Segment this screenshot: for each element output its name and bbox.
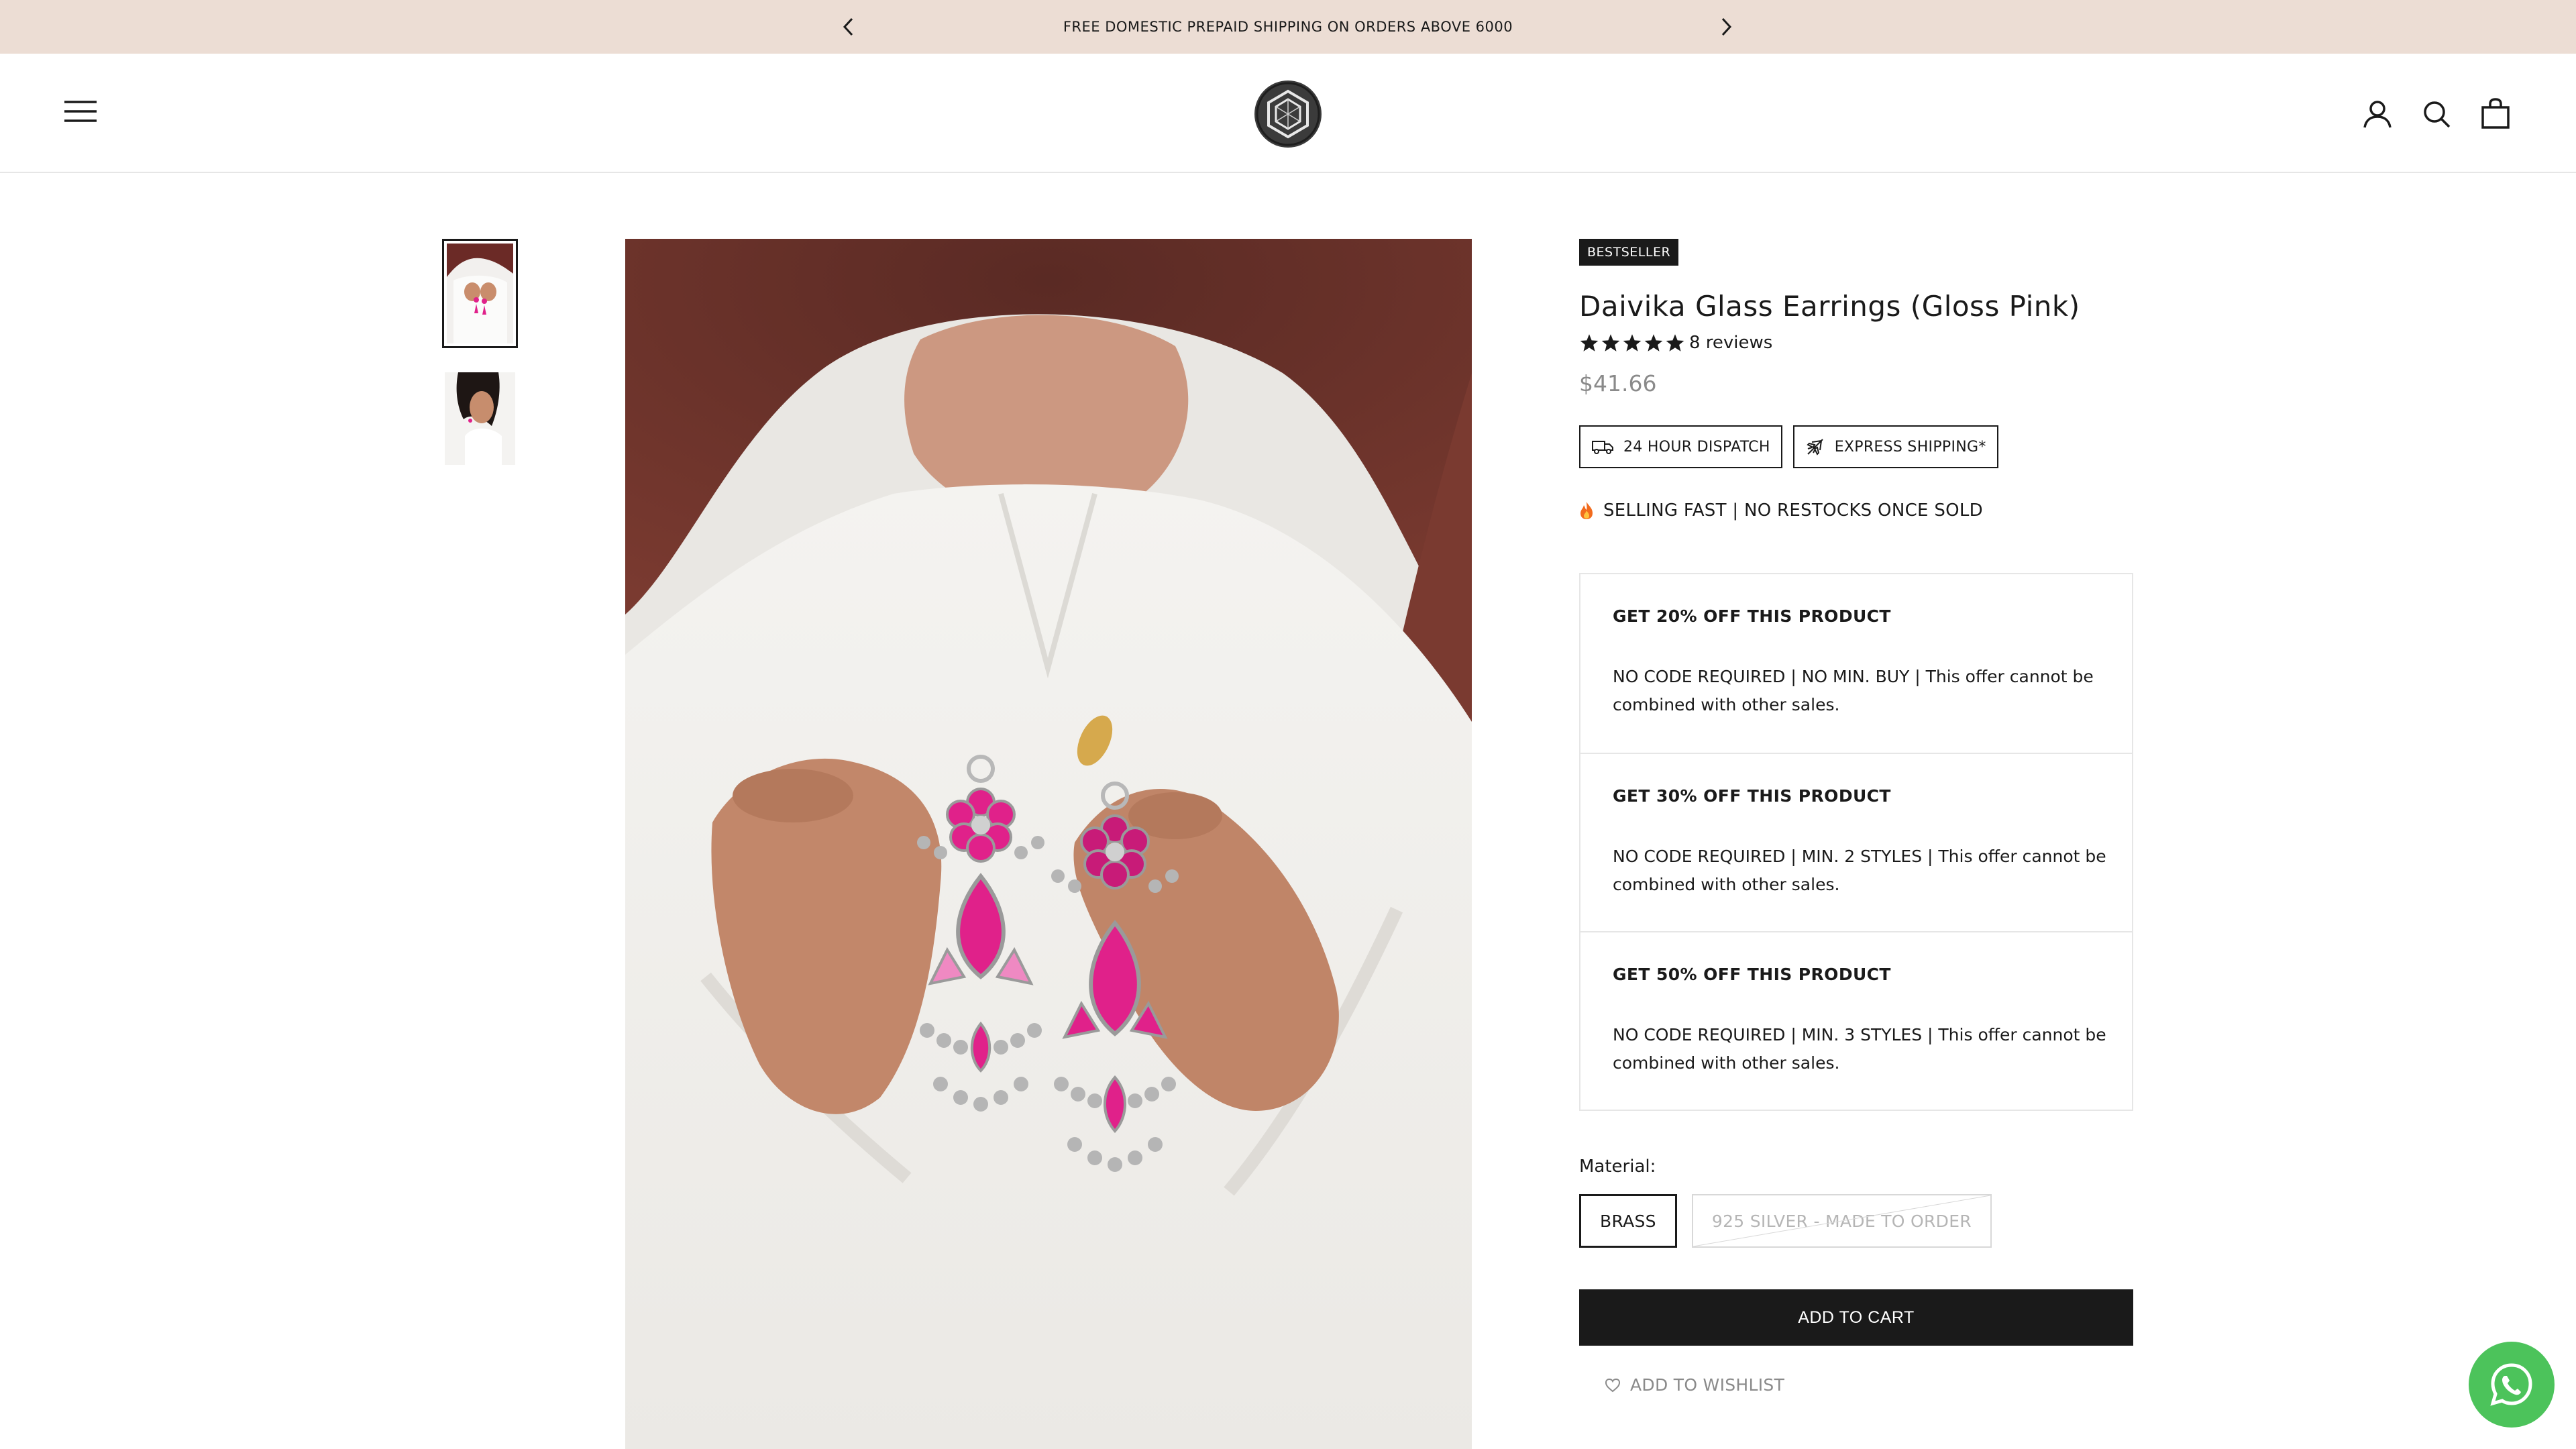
- whatsapp-chat-button[interactable]: [2469, 1342, 2555, 1428]
- offer-description: NO CODE REQUIRED | MIN. 3 STYLES | This …: [1613, 1025, 2106, 1073]
- site-header: [0, 54, 2576, 173]
- reviews-link[interactable]: 8 reviews: [1689, 333, 1772, 353]
- star-icon: [1580, 334, 1599, 352]
- product-title: Daivika Glass Earrings (Gloss Pink): [1579, 290, 2080, 323]
- announcement-bar: FREE DOMESTIC PREPAID SHIPPING ON ORDERS…: [0, 0, 2576, 54]
- urgency-text: SELLING FAST | NO RESTOCKS ONCE SOLD: [1603, 500, 1983, 521]
- star-icon: [1623, 334, 1642, 352]
- offers-box: GET 20% OFF THIS PRODUCT NO CODE REQUIRE…: [1579, 573, 2133, 1111]
- express-shipping-label: EXPRESS SHIPPING*: [1834, 438, 1986, 455]
- airplane-icon: [1806, 439, 1823, 455]
- whatsapp-icon: [2490, 1363, 2532, 1406]
- fire-icon: [1579, 501, 1594, 520]
- star-icon: [1601, 334, 1620, 352]
- heart-icon: [1605, 1378, 1621, 1392]
- search-icon[interactable]: [2419, 97, 2454, 131]
- offer-title: GET 50% OFF THIS PRODUCT: [1613, 965, 1891, 984]
- rating-stars: [1579, 333, 1685, 352]
- material-label: Material:: [1579, 1157, 1656, 1177]
- add-to-wishlist-button[interactable]: ADD TO WISHLIST: [1605, 1375, 1784, 1395]
- product-price: $41.66: [1579, 370, 1657, 396]
- user-account-icon[interactable]: [2360, 97, 2395, 131]
- chevron-left-icon[interactable]: [835, 13, 862, 40]
- main-product-image[interactable]: [625, 239, 1472, 1449]
- urgency-message: SELLING FAST | NO RESTOCKS ONCE SOLD: [1579, 500, 1983, 521]
- express-shipping-tag: EXPRESS SHIPPING*: [1792, 425, 1998, 468]
- chevron-right-icon[interactable]: [1713, 13, 1739, 40]
- offer-item: GET 20% OFF THIS PRODUCT NO CODE REQUIRE…: [1580, 574, 2132, 753]
- brand-logo[interactable]: [1253, 79, 1323, 149]
- dispatch-tag: 24 HOUR DISPATCH: [1579, 425, 1782, 468]
- offer-description: NO CODE REQUIRED | MIN. 2 STYLES | This …: [1613, 847, 2106, 894]
- offer-description: NO CODE REQUIRED | NO MIN. BUY | This of…: [1613, 667, 2094, 714]
- rating: 8 reviews: [1579, 333, 1772, 353]
- offer-title: GET 30% OFF THIS PRODUCT: [1613, 786, 1891, 806]
- material-options: BRASS 925 SILVER - MADE TO ORDER: [1579, 1194, 1992, 1248]
- hamburger-menu-icon[interactable]: [62, 97, 99, 126]
- shipping-tags: 24 HOUR DISPATCH EXPRESS SHIPPING*: [1579, 425, 1998, 468]
- thumbnail-earrings-in-hands[interactable]: [442, 239, 518, 348]
- shopping-bag-icon[interactable]: [2478, 95, 2513, 131]
- dispatch-tag-label: 24 HOUR DISPATCH: [1623, 438, 1770, 455]
- offer-item: GET 50% OFF THIS PRODUCT NO CODE REQUIRE…: [1580, 931, 2132, 1110]
- announcement-text: FREE DOMESTIC PREPAID SHIPPING ON ORDERS…: [1063, 19, 1513, 35]
- thumbnail-model-wearing[interactable]: [445, 372, 515, 465]
- wishlist-label: ADD TO WISHLIST: [1630, 1375, 1785, 1395]
- material-option-silver[interactable]: 925 SILVER - MADE TO ORDER: [1691, 1194, 1992, 1248]
- offer-item: GET 30% OFF THIS PRODUCT NO CODE REQUIRE…: [1580, 753, 2132, 931]
- offer-title: GET 20% OFF THIS PRODUCT: [1613, 606, 1891, 626]
- star-icon: [1644, 334, 1663, 352]
- bestseller-badge: BESTSELLER: [1579, 239, 1679, 266]
- material-option-brass[interactable]: BRASS: [1579, 1194, 1677, 1248]
- star-icon: [1666, 334, 1684, 352]
- add-to-cart-button[interactable]: ADD TO CART: [1579, 1289, 2133, 1346]
- truck-icon: [1592, 441, 1613, 454]
